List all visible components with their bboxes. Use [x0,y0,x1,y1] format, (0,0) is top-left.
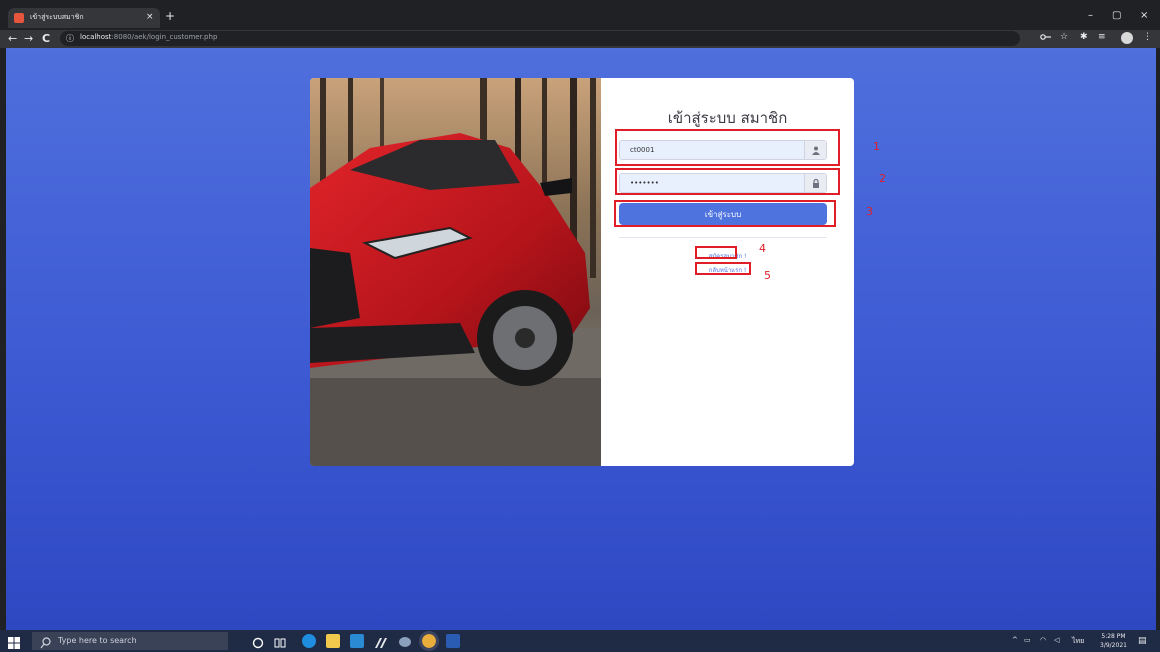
puzzle-icon[interactable]: ✱ [1080,32,1088,42]
language-indicator[interactable]: ไทย [1072,636,1084,647]
minimize-icon[interactable]: – [1088,10,1093,21]
clock-time: 5:28 PM [1101,633,1126,640]
taskbar: Type here to search ^ ▭ ◠ ◁ ไทย 5:28 PM … [0,630,1160,652]
forward-icon[interactable]: → [24,31,33,46]
cortana-icon[interactable] [252,634,266,649]
car-photo [310,78,601,466]
network-icon[interactable]: ▭ [1024,636,1031,644]
windows-start-icon[interactable] [8,634,22,649]
tab-strip: เข้าสู่ระบบสมาชิก × + – ▢ × [0,6,1160,28]
reload-icon[interactable]: C [42,31,50,46]
annotation-box-1 [615,129,840,166]
annotation-number-4: 4 [759,242,766,255]
menu-icon[interactable]: ⋮ [1143,32,1152,42]
maximize-icon[interactable]: ▢ [1112,10,1121,21]
tray-chevron-icon[interactable]: ^ [1012,636,1018,644]
url-host: localhost [80,33,112,41]
paint-icon[interactable] [398,634,412,648]
volume-icon[interactable]: ◁ [1054,636,1059,644]
address-bar[interactable]: ⓘ localhost:8080/aek/login_customer.php [60,31,1020,46]
back-icon[interactable]: ← [8,31,17,46]
annotation-number-1: 1 [873,140,880,153]
profile-avatar[interactable] [1121,32,1133,44]
annotation-number-3: 3 [866,205,873,218]
window-close-icon[interactable]: × [1140,10,1148,21]
page-background: เข้าสู่ระบบ สมาชิก เข้าสู่ระบบ สมัครสมาช… [6,48,1156,630]
app-icon[interactable] [374,634,388,648]
tab-favicon-icon [14,13,24,23]
divider [619,237,827,238]
browser-tab[interactable]: เข้าสู่ระบบสมาชิก × [8,8,160,28]
file-explorer-icon[interactable] [326,634,340,648]
search-icon [40,634,51,652]
playlist-icon[interactable]: ≡ [1098,32,1106,42]
key-icon[interactable] [1040,32,1052,45]
tab-title: เข้าสู่ระบบสมาชิก [30,13,84,21]
edge-icon[interactable] [302,634,316,648]
store-icon[interactable] [350,634,364,648]
site-info-icon[interactable]: ⓘ [66,33,74,44]
annotation-box-3 [614,200,836,227]
url-text: localhost:8080/aek/login_customer.php [80,33,217,41]
login-title: เข้าสู่ระบบ สมาชิก [667,109,788,127]
annotation-box-5 [695,262,751,275]
task-view-icon[interactable] [274,634,288,648]
star-icon[interactable]: ☆ [1060,32,1068,42]
chrome-icon[interactable] [419,631,439,651]
new-tab-icon[interactable]: + [165,9,175,23]
taskbar-search[interactable]: Type here to search [32,632,228,650]
word-icon[interactable] [446,634,460,648]
annotation-number-5: 5 [764,269,771,282]
annotation-number-2: 2 [879,172,886,185]
search-placeholder: Type here to search [58,636,137,645]
clock-date: 3/9/2021 [1100,642,1127,649]
wifi-icon[interactable]: ◠ [1040,636,1046,644]
toolbar: ← → C ⓘ localhost:8080/aek/login_custome… [0,30,1160,48]
login-card: เข้าสู่ระบบ สมาชิก เข้าสู่ระบบ สมัครสมาช… [310,78,854,466]
notification-icon[interactable]: ▤ [1138,636,1147,646]
tab-close-icon[interactable]: × [146,11,154,23]
url-path: :8080/aek/login_customer.php [111,33,218,41]
browser-titlebar: เข้าสู่ระบบสมาชิก × + – ▢ × ← → C ⓘ loca… [0,0,1160,48]
annotation-box-4 [695,246,737,259]
clock[interactable]: 5:28 PM 3/9/2021 [1100,632,1127,650]
annotation-box-2 [615,168,840,195]
